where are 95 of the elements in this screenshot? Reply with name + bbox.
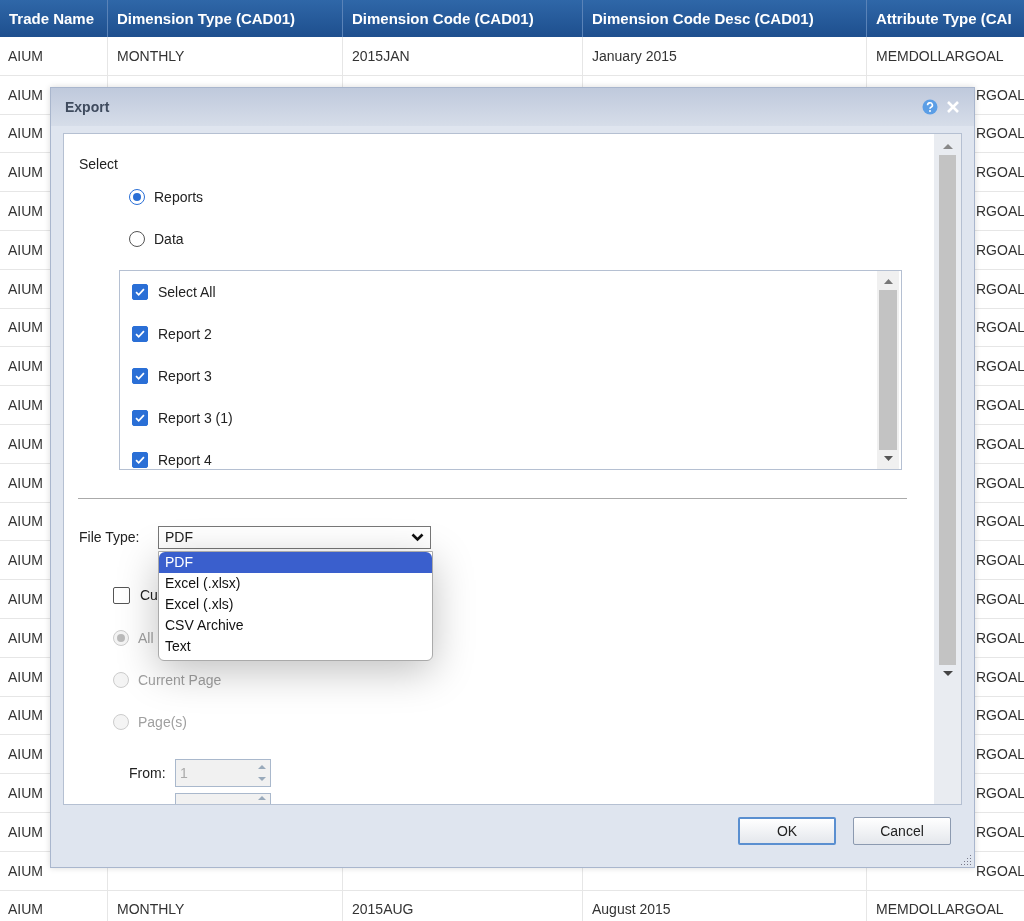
table-cell: AIUM [8, 707, 43, 724]
section-label: Select [79, 156, 119, 174]
table-cell: RGOAL [976, 397, 1024, 414]
radio-button[interactable] [129, 189, 145, 205]
table-cell: AIUM [8, 164, 43, 181]
table-cell: RGOAL [976, 823, 1024, 840]
table-cell: RGOAL [976, 785, 1024, 802]
table-cell: AIUM [8, 901, 43, 918]
checkbox[interactable] [132, 410, 148, 426]
table-cell: RGOAL [976, 280, 1024, 297]
table-cell: AIUM [8, 591, 43, 608]
arrow-up-icon[interactable] [942, 143, 953, 149]
dropdown-option[interactable]: Excel (.xlsx) [159, 573, 432, 594]
field-label: From: [129, 765, 167, 781]
table-cell: AIUM [8, 280, 43, 297]
table-cell: RGOAL [976, 746, 1024, 763]
table-cell: AIUM [8, 862, 43, 879]
table-cell: RGOAL [976, 862, 1024, 879]
help-icon[interactable] [922, 99, 938, 115]
table-cell: 2015JAN [352, 47, 410, 64]
table-cell: RGOAL [976, 513, 1024, 530]
scrollbar[interactable] [934, 134, 961, 804]
dropdown-option[interactable]: Excel (.xls) [159, 594, 432, 615]
arrow-down-icon[interactable] [883, 456, 893, 462]
radio-label[interactable]: Data [154, 231, 184, 247]
arrow-down-icon[interactable] [942, 671, 953, 677]
checkbox[interactable] [132, 368, 148, 384]
table-cell: MONTHLY [117, 901, 185, 918]
table-cell: 2015AUG [352, 901, 414, 918]
table-cell: AIUM [8, 474, 43, 491]
table-cell: RGOAL [976, 435, 1024, 452]
table-cell: January 2015 [592, 47, 677, 64]
cancel-button[interactable]: Cancel [853, 817, 951, 845]
table-cell: AIUM [8, 397, 43, 414]
checkbox[interactable] [113, 586, 130, 604]
table-cell: August 2015 [592, 901, 671, 918]
table-cell: RGOAL [976, 203, 1024, 220]
table-cell: AIUM [8, 241, 43, 258]
table-cell: AIUM [8, 319, 43, 336]
checkbox-label[interactable]: Report 3 (1) [158, 410, 233, 426]
table-cell: AIUM [8, 823, 43, 840]
dropdown-option[interactable]: Text [159, 636, 432, 657]
dialog-title: Export [65, 99, 111, 115]
arrow-up-icon[interactable] [883, 278, 893, 284]
resize-grip-icon[interactable] [960, 853, 972, 865]
dropdown-option[interactable]: CSV Archive [159, 615, 432, 636]
table-cell: AIUM [8, 203, 43, 220]
checkbox-label[interactable]: Report 2 [158, 326, 212, 342]
checkbox-label[interactable]: Report 4 [158, 452, 212, 468]
checkbox[interactable] [132, 326, 148, 342]
radio-button[interactable] [129, 231, 145, 247]
checkbox-label[interactable]: Report 3 [158, 368, 212, 384]
table-cell: RGOAL [976, 629, 1024, 646]
table-cell: AIUM [8, 785, 43, 802]
table-cell: AIUM [8, 47, 43, 64]
table-cell: AIUM [8, 552, 43, 569]
table-cell: RGOAL [976, 474, 1024, 491]
table-cell: RGOAL [976, 591, 1024, 608]
field-label: File Type: [79, 529, 141, 545]
table-cell: AIUM [8, 513, 43, 530]
table-cell: MONTHLY [117, 47, 185, 64]
table-cell: AIUM [8, 86, 43, 103]
table-cell: RGOAL [976, 125, 1024, 142]
table-cell: AIUM [8, 668, 43, 685]
checkbox-label[interactable]: Select All [158, 284, 216, 300]
checkbox[interactable] [132, 284, 148, 300]
table-cell: AIUM [8, 746, 43, 763]
table-cell: AIUM [8, 358, 43, 375]
table-cell: RGOAL [976, 668, 1024, 685]
table-cell: MEMDOLLARGOAL [876, 47, 1004, 64]
arrow-up-icon[interactable] [258, 794, 266, 802]
table-cell: AIUM [8, 629, 43, 646]
table-cell: RGOAL [976, 86, 1024, 103]
scrollbar[interactable] [877, 271, 899, 469]
table-cell: RGOAL [976, 358, 1024, 375]
column-header[interactable]: Dimension Code Desc (CAD01) [583, 0, 867, 37]
table-cell: AIUM [8, 435, 43, 452]
ok-button[interactable]: OK [738, 817, 836, 845]
checkbox[interactable] [132, 452, 148, 468]
table-cell: RGOAL [976, 241, 1024, 258]
table-cell: RGOAL [976, 164, 1024, 181]
column-header[interactable]: Attribute Type (CAI [867, 0, 1024, 37]
file-type-dropdown[interactable]: PDF [158, 525, 431, 549]
checkbox-label[interactable]: Cu [140, 587, 158, 603]
column-header[interactable]: Dimension Type (CAD01) [108, 0, 343, 37]
table-cell: RGOAL [976, 707, 1024, 724]
radio-label[interactable]: Reports [154, 189, 204, 205]
chevron-down-icon [411, 532, 424, 542]
column-header[interactable]: Trade Name [0, 0, 108, 37]
column-header[interactable]: Dimension Code (CAD01) [343, 0, 583, 37]
table-cell: MEMDOLLARGOAL [876, 901, 1004, 918]
table-cell: RGOAL [976, 552, 1024, 569]
table-cell: AIUM [8, 125, 43, 142]
dropdown-option[interactable]: PDF [159, 552, 432, 573]
table-cell: RGOAL [976, 319, 1024, 336]
